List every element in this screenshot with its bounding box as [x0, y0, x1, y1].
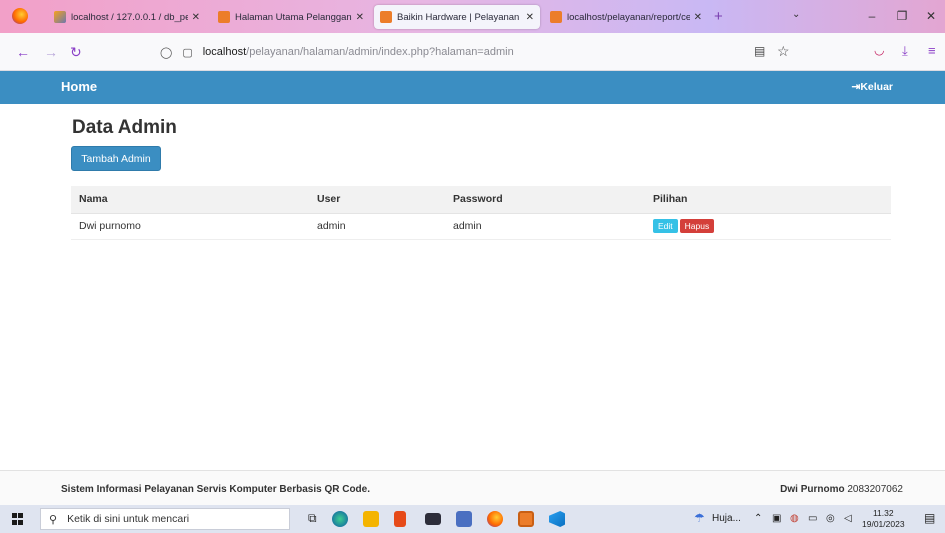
battery-icon[interactable]: ▭: [808, 513, 817, 524]
menu-icon[interactable]: ≡: [928, 43, 936, 58]
table-row: Dwi purnomo admin admin Edit Hapus: [71, 213, 891, 240]
xampp-icon[interactable]: [518, 511, 534, 527]
taskbar-search-input[interactable]: ⚲ Ketik di sini untuk mencari: [40, 508, 290, 530]
windows-taskbar: ⚲ Ketik di sini untuk mencari ⧉ ☂ Huja..…: [0, 505, 945, 533]
admin-table: Nama User Password Pilihan Dwi purnomo a…: [71, 186, 891, 240]
tab-app-icon[interactable]: [456, 511, 472, 527]
phpmyadmin-icon: [54, 11, 66, 23]
browser-tab[interactable]: localhost / 127.0.0.1 / db_pelay ✕: [48, 5, 206, 29]
column-header-user: User: [309, 186, 445, 214]
close-icon[interactable]: ✕: [356, 12, 364, 23]
cell-actions: Edit Hapus: [645, 213, 891, 240]
close-window-icon[interactable]: ✕: [917, 5, 945, 27]
page-info-icon[interactable]: ▢: [182, 46, 192, 59]
shield-icon[interactable]: ◯: [160, 46, 172, 59]
taskbar-clock[interactable]: 11.32 19/01/2023: [862, 508, 905, 530]
reload-icon[interactable]: ↻: [70, 44, 82, 61]
pocket-icon[interactable]: ◡: [874, 43, 884, 57]
close-icon[interactable]: ✕: [694, 12, 702, 23]
browser-tab[interactable]: Halaman Utama Pelanggan ✕: [212, 5, 370, 29]
table-header-row: Nama User Password Pilihan: [71, 186, 891, 214]
home-link[interactable]: Home: [61, 79, 97, 94]
add-admin-button[interactable]: Tambah Admin: [71, 146, 161, 171]
mail-icon[interactable]: [425, 513, 441, 525]
browser-tab-bar: localhost / 127.0.0.1 / db_pelay ✕ Halam…: [0, 0, 945, 33]
tab-title: localhost / 127.0.0.1 / db_pelay: [71, 11, 188, 23]
file-explorer-icon[interactable]: [363, 511, 379, 527]
close-icon[interactable]: ✕: [526, 12, 534, 23]
network-icon[interactable]: ◎: [826, 513, 835, 524]
cell-nama: Dwi purnomo: [71, 213, 309, 240]
firefox-icon[interactable]: [487, 511, 503, 527]
edit-button[interactable]: Edit: [653, 219, 678, 233]
tab-title: Halaman Utama Pelanggan: [235, 11, 352, 23]
tray-app-icon[interactable]: ▣: [772, 513, 781, 524]
search-placeholder: Ketik di sini untuk mencari: [67, 513, 190, 525]
browser-tab[interactable]: localhost/pelayanan/report/cet ✕: [544, 5, 708, 29]
app-header: Home ⇥Keluar: [0, 71, 945, 104]
logout-label: Keluar: [860, 81, 893, 93]
page-icon: [218, 11, 230, 23]
forward-arrow-icon[interactable]: →: [44, 44, 58, 60]
tab-title: localhost/pelayanan/report/cet: [567, 11, 690, 23]
edge-icon[interactable]: [332, 511, 348, 527]
cell-password: admin: [445, 213, 645, 240]
back-arrow-icon[interactable]: ←: [16, 44, 30, 60]
minimize-icon[interactable]: –: [858, 5, 886, 27]
footer-system-name: Sistem Informasi Pelayanan Servis Komput…: [61, 484, 370, 495]
tray-sync-icon[interactable]: ◍: [790, 513, 799, 524]
clock-time: 11.32: [872, 508, 894, 518]
author-name: Dwi Purnomo: [780, 484, 845, 495]
logout-icon: ⇥: [851, 81, 861, 93]
cell-user: admin: [309, 213, 445, 240]
column-header-nama: Nama: [71, 186, 309, 214]
footer-author: Dwi Purnomo 2083207062: [780, 484, 903, 495]
chevron-down-icon[interactable]: ⌄: [792, 9, 800, 20]
chevron-up-icon[interactable]: ⌃: [754, 513, 762, 524]
page-icon: [550, 11, 562, 23]
notification-icon[interactable]: ▤: [924, 511, 935, 525]
url-bar[interactable]: ◯ ▢ localhost/pelayanan/halaman/admin/in…: [160, 39, 770, 65]
column-header-password: Password: [445, 186, 645, 214]
url-host: localhost: [202, 46, 247, 58]
windows-start-icon[interactable]: [12, 513, 24, 525]
weather-icon[interactable]: ☂: [694, 511, 705, 525]
delete-button[interactable]: Hapus: [679, 219, 715, 233]
vscode-icon[interactable]: [549, 511, 565, 527]
browser-nav-bar: ← → ↻ ◯ ▢ localhost/pelayanan/halaman/ad…: [0, 33, 945, 71]
close-icon[interactable]: ✕: [192, 12, 200, 23]
office-icon[interactable]: [394, 511, 406, 527]
url-path: /pelayanan/halaman/admin/index.php?halam…: [246, 46, 514, 58]
volume-icon[interactable]: ◁: [844, 513, 852, 524]
firefox-menu-icon[interactable]: [12, 8, 28, 24]
clock-date: 19/01/2023: [862, 519, 905, 529]
search-icon: ⚲: [49, 513, 58, 526]
reader-view-icon[interactable]: ▤: [754, 44, 765, 58]
new-tab-icon[interactable]: +: [714, 8, 723, 25]
task-view-icon[interactable]: ⧉: [308, 511, 317, 526]
maximize-icon[interactable]: ❐: [888, 5, 916, 27]
page-footer: Sistem Informasi Pelayanan Servis Komput…: [0, 470, 945, 505]
download-icon[interactable]: ⤓: [902, 43, 908, 59]
bookmark-star-icon[interactable]: ☆: [777, 43, 790, 60]
weather-text[interactable]: Huja...: [712, 513, 741, 524]
author-id: 2083207062: [847, 484, 903, 495]
browser-tab-active[interactable]: Baikin Hardware | Pelayanan Se ✕: [374, 5, 540, 29]
logout-link[interactable]: ⇥Keluar: [852, 81, 894, 93]
page-title: Data Admin: [72, 117, 177, 138]
tab-title: Baikin Hardware | Pelayanan Se: [397, 11, 522, 23]
page-icon: [380, 11, 392, 23]
column-header-pilihan: Pilihan: [645, 186, 891, 214]
